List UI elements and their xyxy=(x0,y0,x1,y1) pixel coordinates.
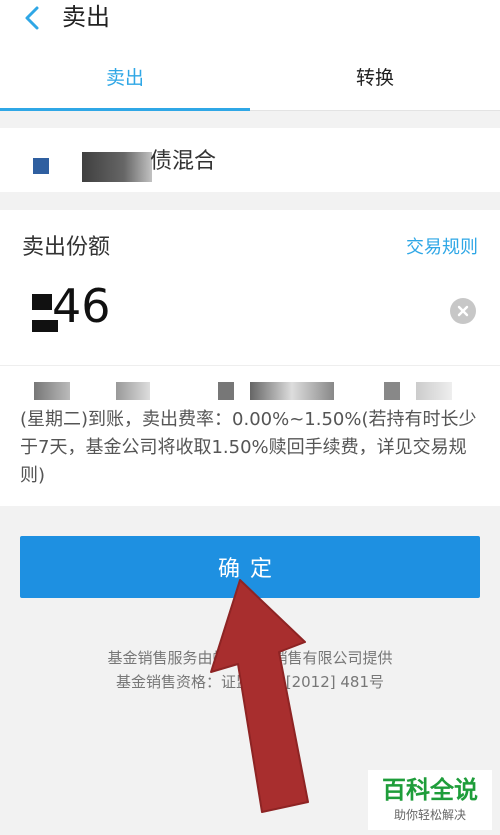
back-button[interactable] xyxy=(12,0,52,36)
fee-note: (星期二)到账，卖出费率：0.00%~1.50%(若持有时长少于7天，基金公司将… xyxy=(20,409,477,486)
page-title: 卖出 xyxy=(62,3,110,31)
sell-amount-card: 卖出份额 交易规则 (星期二)到账，卖出费率：0.00%~1.50%(若持有时长… xyxy=(0,210,500,506)
sell-amount-label: 卖出份额 xyxy=(22,235,111,260)
footer-line-provider: 基金销售服务由蚂蚁基金销售有限公司提供 xyxy=(107,649,393,667)
sell-amount-input[interactable] xyxy=(52,274,352,338)
watermark-title: 百科全说 xyxy=(382,776,478,804)
active-tab-indicator xyxy=(0,108,250,111)
redacted-fund-name xyxy=(82,152,152,182)
fund-info-card: 债混合 xyxy=(0,128,500,192)
tab-sell[interactable]: 卖出 xyxy=(0,48,250,110)
confirm-button[interactable]: 确定 xyxy=(20,536,480,598)
chevron-left-icon xyxy=(25,6,39,30)
redacted-text xyxy=(116,382,150,400)
trade-rules-link[interactable]: 交易规则 xyxy=(406,232,478,264)
redacted-text xyxy=(384,382,400,400)
top-bar: 卖出 xyxy=(0,0,500,48)
divider xyxy=(0,365,500,366)
redacted-text xyxy=(250,382,334,400)
tab-convert[interactable]: 转换 xyxy=(250,48,500,110)
redacted-text xyxy=(218,382,234,400)
redacted-amount-digit xyxy=(32,294,52,310)
watermark-logo: 百科全说 助你轻松解决 xyxy=(368,770,492,830)
footer-line-license: 基金销售资格：证监许可 [2012] 481号 xyxy=(115,673,385,691)
fund-logo-icon xyxy=(33,158,49,174)
watermark-subtitle: 助你轻松解决 xyxy=(393,808,466,822)
tab-bar: 卖出 转换 xyxy=(0,48,500,111)
redacted-text xyxy=(34,382,70,400)
redacted-text xyxy=(416,382,452,400)
fund-name: 债混合 xyxy=(150,149,217,174)
clear-circle-icon xyxy=(457,305,469,317)
footer-disclaimer: 基金销售服务由蚂蚁基金销售有限公司提供 基金销售资格：证监许可 [2012] 4… xyxy=(0,646,500,694)
clear-input-button[interactable] xyxy=(450,298,476,324)
